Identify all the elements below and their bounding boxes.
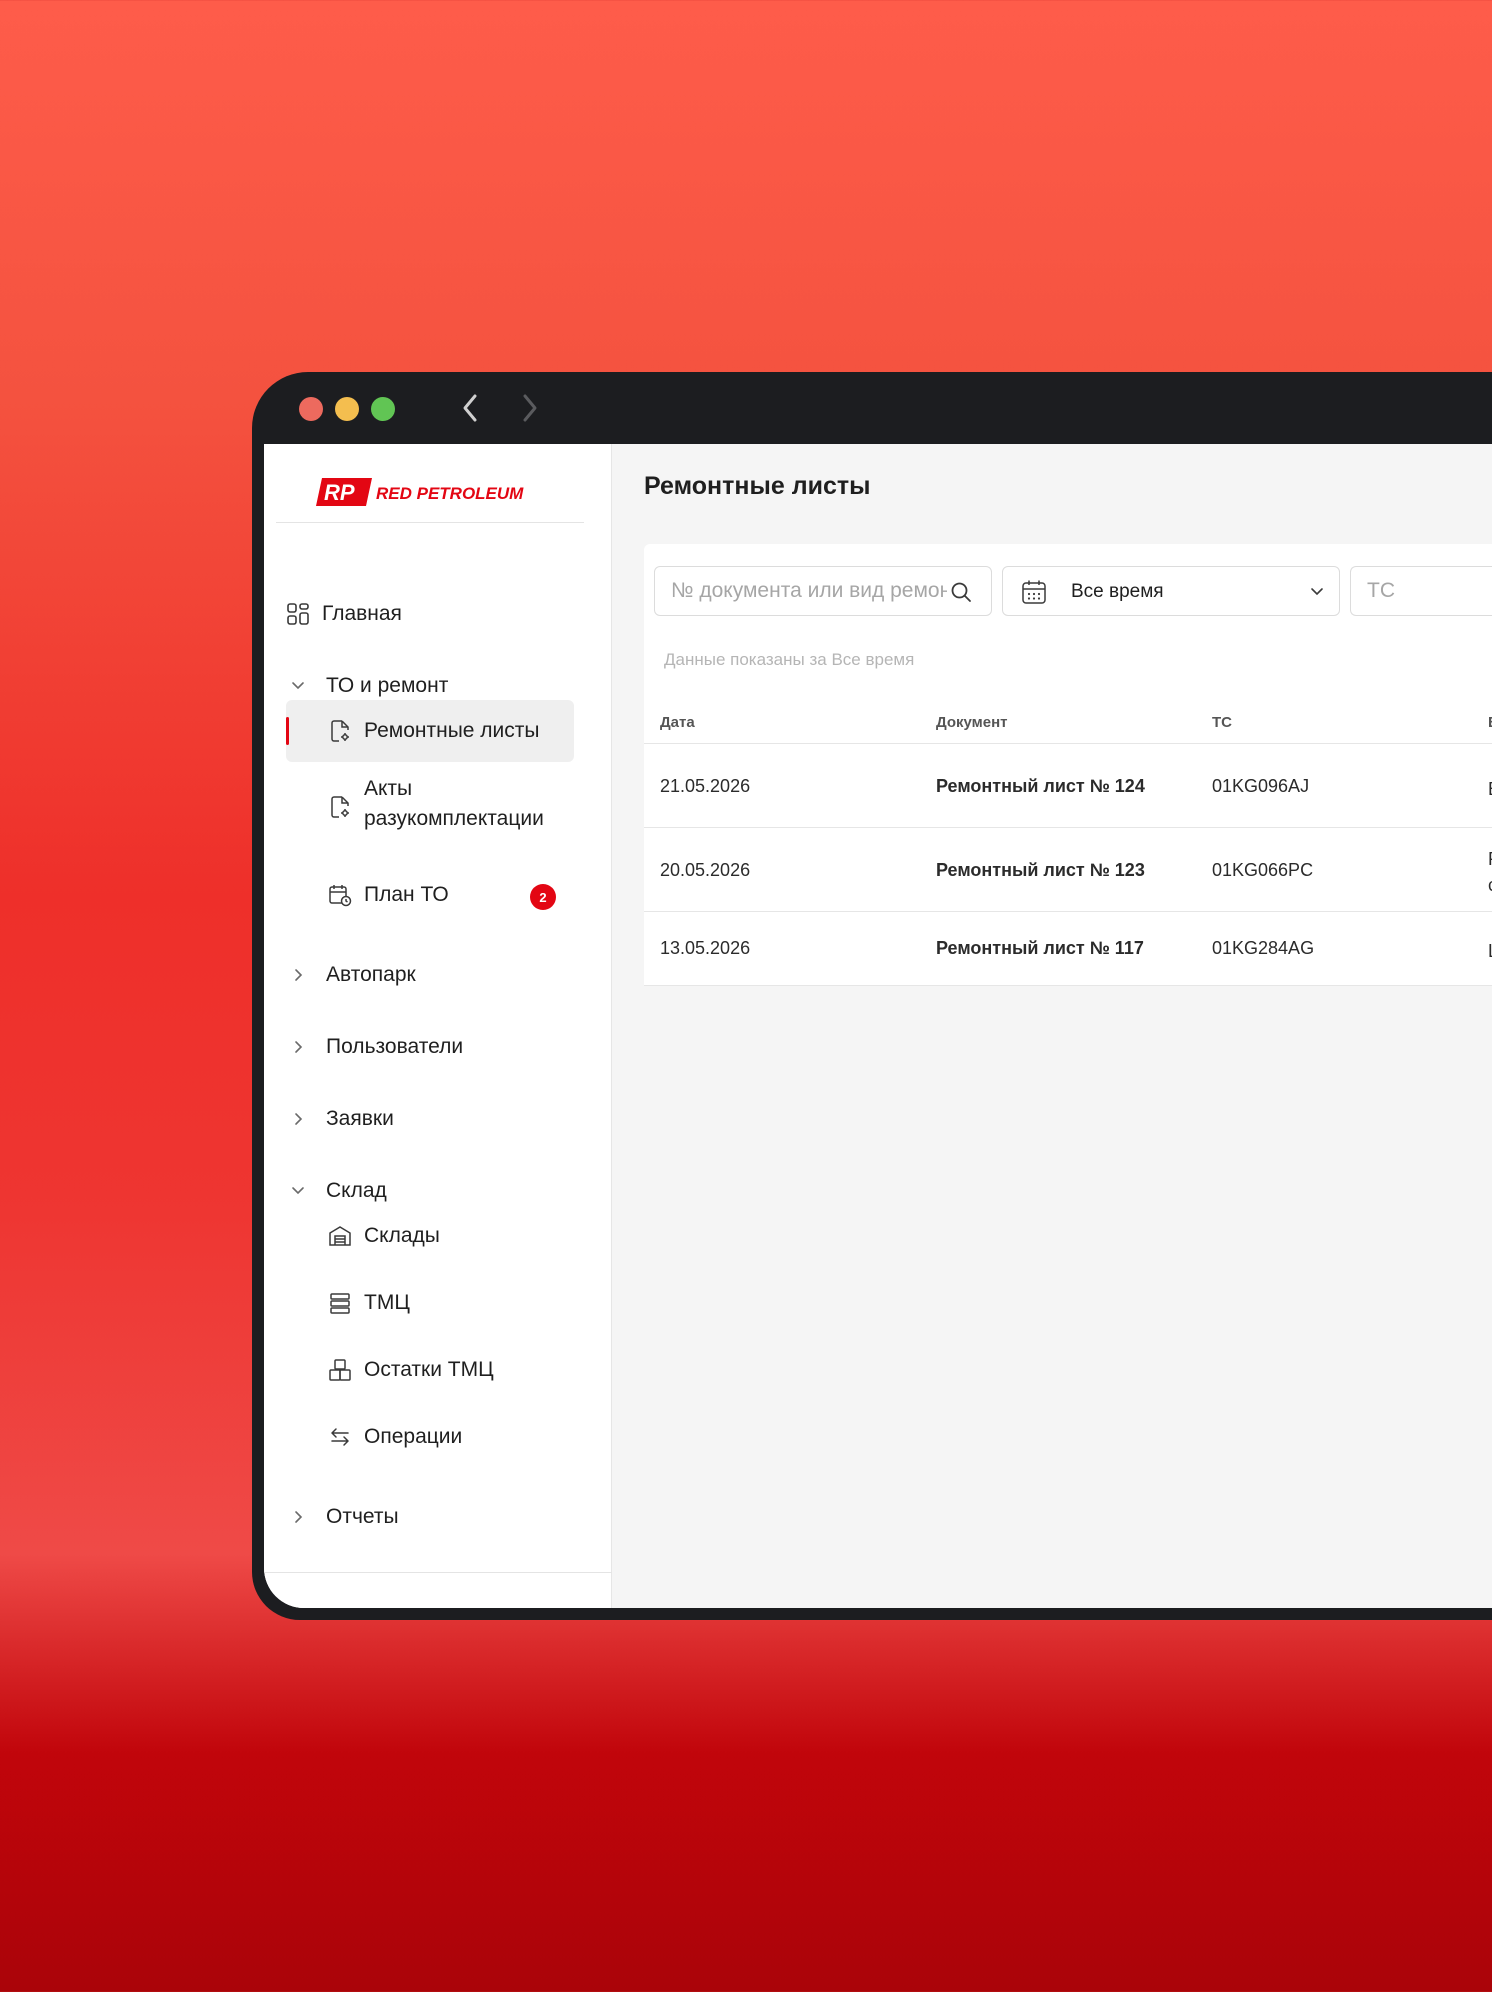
chevron-right-icon: [523, 394, 537, 422]
chevron-down-icon: [1311, 588, 1323, 596]
table-row[interactable]: 13.05.2026 Ремонтный лист № 117 01KG284A…: [644, 912, 1492, 986]
search-field: [654, 566, 992, 616]
app-window: RP RED PETROLEUM Главная ТО и ремонт Рем…: [252, 372, 1492, 1620]
calendar-icon: [1022, 580, 1046, 604]
vehicle-filter-field: [1350, 566, 1492, 616]
column-header-partial[interactable]: В: [1488, 714, 1492, 731]
sidebar-bottom-divider: [264, 1572, 612, 1573]
sidebar: RP RED PETROLEUM Главная ТО и ремонт Рем…: [264, 444, 612, 1608]
window-titlebar: [252, 372, 1492, 444]
cell-date: 20.05.2026: [660, 860, 751, 880]
column-header-vehicle[interactable]: ТС: [1212, 714, 1232, 731]
chevron-down-icon: [292, 682, 304, 690]
chevron-left-icon: [463, 394, 477, 422]
warehouse-icon: [329, 1226, 351, 1246]
column-header-document[interactable]: Документ: [936, 714, 1008, 731]
cell-partial: Е: [1488, 776, 1492, 802]
period-hint-prefix: Данные показаны за: [664, 650, 827, 669]
repair-sheets-table: Дата Документ ТС В 21.05.2026 Ремонтный …: [644, 702, 1492, 986]
sidebar-item-label: Ремонтные листы: [364, 719, 540, 742]
sidebar-item-label: Акты разукомплектации: [364, 777, 544, 830]
sidebar-item-label: Остатки ТМЦ: [364, 1358, 494, 1381]
arrows-exchange-icon: [331, 1428, 349, 1446]
sidebar-group-label: Пользователи: [326, 1035, 464, 1058]
logo-divider: [276, 522, 584, 523]
svg-text:RED PETROLEUM: RED PETROLEUM: [376, 484, 524, 503]
stack-icon: [330, 1293, 350, 1314]
sidebar-group-requests[interactable]: Заявки: [264, 1095, 612, 1143]
vehicle-filter-input[interactable]: [1367, 567, 1492, 615]
table-header: Дата Документ ТС В: [644, 702, 1492, 744]
repair-sheets-panel: Все время Данные показаны за Все время Д…: [644, 544, 1492, 986]
document-gear-icon: [331, 796, 349, 818]
cell-date: 21.05.2026: [660, 776, 751, 796]
sidebar-group-label: Отчеты: [326, 1505, 399, 1528]
column-header-date[interactable]: Дата: [660, 714, 695, 731]
search-input[interactable]: [671, 567, 947, 615]
cell-vehicle: 01KG066PC: [1212, 860, 1314, 880]
cell-document: Ремонтный лист № 124: [936, 776, 1145, 796]
table-row[interactable]: 20.05.2026 Ремонтный лист № 123 01KG066P…: [644, 828, 1492, 912]
brand-logo[interactable]: RP RED PETROLEUM: [316, 478, 542, 506]
cell-partial: L: [1488, 938, 1492, 964]
period-hint: Данные показаны за Все время: [664, 650, 914, 670]
maximize-window-button[interactable]: [371, 397, 395, 421]
nav-forward-button[interactable]: [512, 390, 548, 426]
period-select[interactable]: Все время: [1002, 566, 1340, 616]
sidebar-group-users[interactable]: Пользователи: [264, 1023, 612, 1071]
chevron-right-icon: [295, 1113, 303, 1125]
grid-icon: [287, 603, 309, 625]
app-screen: RP RED PETROLEUM Главная ТО и ремонт Рем…: [264, 444, 1492, 1608]
chevron-down-icon: [292, 1187, 304, 1195]
sidebar-group-fleet[interactable]: Автопарк: [264, 951, 612, 999]
search-icon[interactable]: [949, 580, 973, 604]
svg-text:RP: RP: [324, 480, 355, 505]
sidebar-item-disassembly-acts[interactable]: Акты разукомплектации: [286, 766, 574, 848]
cell-document: Ремонтный лист № 117: [936, 938, 1144, 958]
sidebar-item-label: Операции: [364, 1425, 463, 1448]
main-content: Ремонтные листы Все время Данные показан…: [612, 444, 1492, 1608]
chevron-right-icon: [295, 1041, 303, 1053]
close-window-button[interactable]: [299, 397, 323, 421]
sidebar-item-repair-sheets[interactable]: Ремонтные листы: [286, 700, 574, 762]
table-row[interactable]: 21.05.2026 Ремонтный лист № 124 01KG096A…: [644, 744, 1492, 828]
sidebar-group-label: ТО и ремонт: [326, 674, 449, 697]
sidebar-group-label: Автопарк: [326, 963, 416, 986]
cell-vehicle: 01KG096AJ: [1212, 776, 1310, 796]
sidebar-item-operations[interactable]: Операции: [286, 1406, 574, 1468]
sidebar-item-label: Склады: [364, 1224, 440, 1247]
document-gear-icon: [331, 720, 349, 742]
cell-date: 13.05.2026: [660, 938, 751, 958]
boxes-icon: [329, 1359, 351, 1381]
sidebar-item-warehouses[interactable]: Склады: [286, 1205, 574, 1267]
sidebar-item-label: Главная: [322, 602, 402, 625]
page-title: Ремонтные листы: [644, 472, 871, 500]
sidebar-group-label: Склад: [326, 1179, 387, 1202]
logo-icon: RP RED PETROLEUM: [316, 478, 524, 506]
sidebar-item-tmc[interactable]: ТМЦ: [286, 1272, 574, 1334]
sidebar-group-label: Заявки: [326, 1107, 394, 1130]
sidebar-group-reports[interactable]: Отчеты: [264, 1493, 612, 1541]
sidebar-item-label: ТМЦ: [364, 1291, 410, 1314]
period-hint-value: Все время: [831, 650, 915, 669]
sidebar-item-home[interactable]: Главная: [264, 590, 612, 638]
sidebar-item-label: План ТО: [364, 883, 449, 906]
minimize-window-button[interactable]: [335, 397, 359, 421]
notification-badge: 2: [530, 884, 556, 910]
chevron-right-icon: [295, 969, 303, 981]
cell-vehicle: 01KG284AG: [1212, 938, 1315, 958]
sidebar-item-tmc-balances[interactable]: Остатки ТМЦ: [286, 1339, 574, 1401]
nav-back-button[interactable]: [452, 390, 488, 426]
chevron-right-icon: [295, 1511, 303, 1523]
period-select-value: Все время: [1071, 581, 1164, 602]
calendar-clock-icon: [329, 885, 352, 907]
cell-partial: Р с: [1488, 846, 1492, 898]
cell-document: Ремонтный лист № 123: [936, 860, 1145, 880]
sidebar-item-to-plan[interactable]: План ТО 2: [286, 864, 574, 926]
